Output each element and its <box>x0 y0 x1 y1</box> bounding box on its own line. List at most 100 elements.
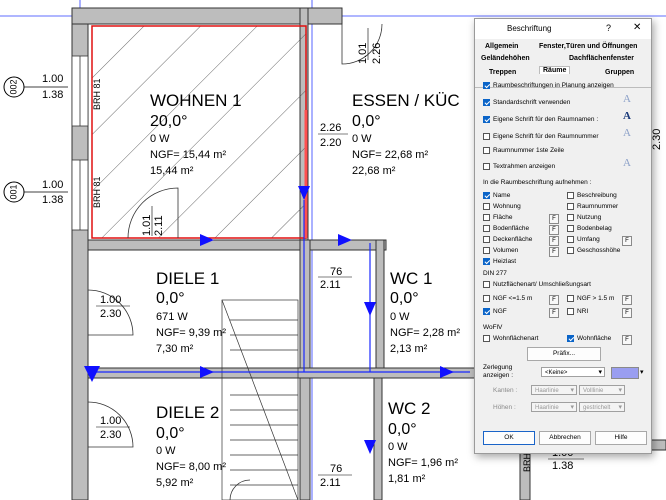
font-a-icon[interactable]: A <box>623 93 631 105</box>
include-heizlast[interactable]: Heizlast <box>483 258 516 265</box>
kanten-linetype-select[interactable]: Haarlinie <box>531 385 577 396</box>
checkbox[interactable] <box>483 203 490 210</box>
checkbox[interactable] <box>567 236 574 243</box>
checkbox[interactable] <box>483 281 490 288</box>
wofiv-wohnflaeche[interactable]: Wohnfläche <box>567 335 611 342</box>
din-ngf[interactable]: NGF <box>483 308 507 315</box>
checkbox[interactable] <box>483 163 490 170</box>
checkbox[interactable] <box>483 335 490 342</box>
include-flaeche[interactable]: Fläche <box>483 214 513 221</box>
praefix-button[interactable]: Präfix... <box>527 347 601 361</box>
option-raumnummer-1ste-zeile[interactable]: Raumnummer 1ste Zeile <box>483 147 564 154</box>
beschriftung-dialog[interactable]: Beschriftung ? ✕ Allgemein Fenster,Türen… <box>474 18 652 454</box>
font-f-button[interactable]: F <box>622 308 632 318</box>
option-schrift-raumname[interactable]: Eigene Schrift für den Raumnamen : <box>483 116 598 123</box>
option-standardschrift[interactable]: Standardschrift verwenden <box>483 99 570 106</box>
include-name[interactable]: Name <box>483 192 510 199</box>
svg-text:2.20: 2.20 <box>320 137 341 149</box>
din-nutzflaechenart[interactable]: Nutzflächenart/ Umschließungsart <box>483 281 591 288</box>
svg-text:BRH: BRH <box>522 453 532 472</box>
include-raumnummer[interactable]: Raumnummer <box>567 203 618 210</box>
include-umfang[interactable]: Umfang <box>567 236 600 243</box>
option-textrahmen[interactable]: Textrahmen anzeigen <box>483 163 555 170</box>
checkbox[interactable] <box>483 225 490 232</box>
font-f-button[interactable]: F <box>622 295 632 305</box>
checkbox[interactable] <box>567 192 574 199</box>
room-name: ESSEN / KÜC <box>352 91 460 110</box>
include-bodenbelag[interactable]: Bodenbelag <box>567 225 612 232</box>
kanten-style-select[interactable]: Volllinie <box>579 385 625 396</box>
room-area: 0,0° <box>388 421 417 438</box>
include-wohnung[interactable]: Wohnung <box>483 203 521 210</box>
include-geschosshoehe[interactable]: Geschosshöhe <box>567 247 620 254</box>
wohnen-room-highlight[interactable] <box>91 25 307 239</box>
abbrechen-button[interactable]: Abbrechen <box>539 431 591 445</box>
tab-dachflaechenfenster[interactable]: Dachflächenfenster <box>569 55 634 62</box>
checkbox[interactable] <box>483 295 490 302</box>
room-wf: 15,44 m² <box>150 165 194 177</box>
checkbox[interactable] <box>567 225 574 232</box>
font-a-icon-bold[interactable]: A <box>623 110 631 122</box>
checkbox[interactable] <box>483 133 490 140</box>
checkbox[interactable] <box>483 247 490 254</box>
include-beschreibung[interactable]: Beschreibung <box>567 192 617 199</box>
dialog-titlebar[interactable]: Beschriftung ? ✕ <box>475 19 651 39</box>
include-bodenflaeche[interactable]: Bodenfläche <box>483 225 529 232</box>
tab-fenster[interactable]: Fenster,Türen und Öffnungen <box>539 43 637 50</box>
tab-allgemein[interactable]: Allgemein <box>485 43 518 50</box>
zerlegung-select[interactable]: <Keine> <box>541 367 605 378</box>
checkbox[interactable] <box>567 203 574 210</box>
checkbox[interactable] <box>483 236 490 243</box>
checkbox[interactable] <box>567 214 574 221</box>
tab-gelaendehoehen[interactable]: Geländehöhen <box>481 55 530 62</box>
svg-text:2.11: 2.11 <box>320 477 341 489</box>
checkbox[interactable] <box>483 147 490 154</box>
checkbox[interactable] <box>567 308 574 315</box>
font-f-button[interactable]: F <box>549 247 559 257</box>
din-ngf-big[interactable]: NGF > 1.5 m <box>567 295 614 302</box>
font-f-button[interactable]: F <box>549 225 559 235</box>
svg-text:2.26: 2.26 <box>371 43 383 64</box>
close-icon[interactable]: ✕ <box>633 22 641 33</box>
din-ngf-small[interactable]: NGF <=1.5 m <box>483 295 532 302</box>
font-f-button[interactable]: F <box>549 214 559 224</box>
checkbox[interactable] <box>483 99 490 106</box>
option-raumbeschriftungen[interactable]: Raumbeschriftungen in Planung anzeigen <box>483 82 614 89</box>
room-ngf: NGF= 9,39 m² <box>156 327 226 339</box>
checkbox[interactable] <box>567 247 574 254</box>
tab-raeume[interactable]: Räume <box>539 66 571 74</box>
include-nutzung[interactable]: Nutzung <box>567 214 601 221</box>
checkbox[interactable] <box>483 116 490 123</box>
checkbox[interactable] <box>483 308 490 315</box>
font-f-button[interactable]: F <box>549 295 559 305</box>
option-schrift-raumnummer[interactable]: Eigene Schrift für den Raumnummer <box>483 133 599 140</box>
help-icon[interactable]: ? <box>606 23 611 33</box>
font-f-button[interactable]: F <box>549 308 559 318</box>
checkbox[interactable] <box>483 214 490 221</box>
checkbox[interactable] <box>483 258 490 265</box>
hoehen-style-select[interactable]: gestrichelt <box>579 402 625 413</box>
tab-gruppen[interactable]: Gruppen <box>605 69 634 76</box>
checkbox[interactable] <box>483 82 490 89</box>
tab-treppen[interactable]: Treppen <box>489 69 516 76</box>
font-a-icon[interactable]: A <box>623 157 631 169</box>
color-swatch[interactable] <box>611 367 639 379</box>
font-f-button[interactable]: F <box>622 335 632 345</box>
include-volumen[interactable]: Volumen <box>483 247 518 254</box>
include-deckenflaeche[interactable]: Deckenfläche <box>483 236 532 243</box>
font-a-icon[interactable]: A <box>623 127 631 139</box>
checkbox[interactable] <box>567 335 574 342</box>
room-wf: 7,30 m² <box>156 343 194 355</box>
checkbox[interactable] <box>567 295 574 302</box>
volllinie-label: Volllinie <box>583 388 604 394</box>
din-nri[interactable]: NRI <box>567 308 588 315</box>
ok-button[interactable]: OK <box>483 431 535 445</box>
hilfe-button[interactable]: Hilfe <box>595 431 647 445</box>
checkbox[interactable] <box>483 192 490 199</box>
option-label: Raumnummer 1ste Zeile <box>493 147 565 154</box>
swatch-dropdown-icon[interactable]: ▾ <box>640 368 644 376</box>
font-f-button[interactable]: F <box>622 236 632 246</box>
wofiv-wohnflaechenart[interactable]: Wohnflächenart <box>483 335 538 342</box>
hoehen-linetype-select[interactable]: Haarlinie <box>531 402 577 413</box>
font-f-button[interactable]: F <box>549 236 559 246</box>
